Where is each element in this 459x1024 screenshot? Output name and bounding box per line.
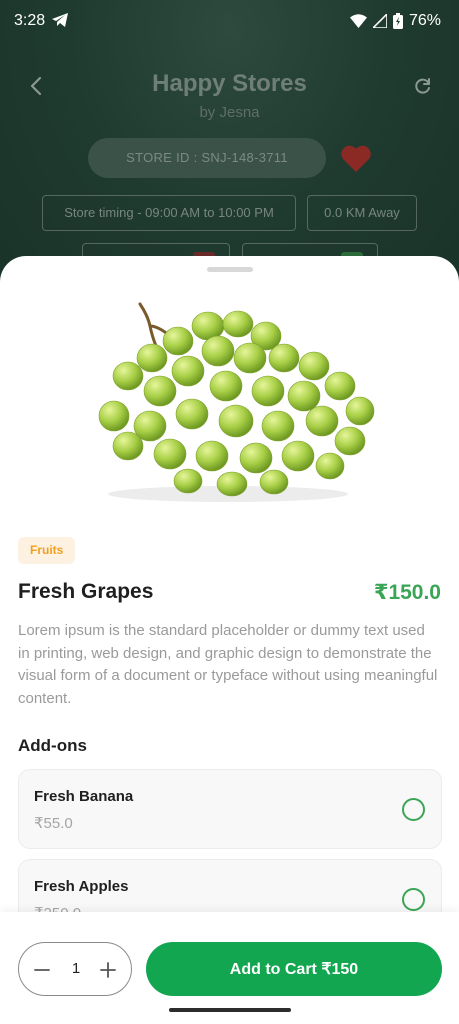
store-distance: 0.0 KM Away (307, 195, 417, 231)
bottom-action-bar: 1 Add to Cart ₹150 (0, 912, 459, 1024)
refresh-icon[interactable] (413, 76, 433, 96)
store-owner: by Jesna (199, 104, 260, 121)
store-timing: Store timing - 09:00 AM to 10:00 PM (42, 195, 296, 231)
gesture-nav-bar[interactable] (169, 1008, 291, 1012)
addon-item[interactable]: Fresh Banana ₹55.0 (18, 769, 442, 849)
product-image (98, 302, 375, 502)
addon-price: ₹55.0 (34, 815, 73, 832)
store-id-badge: STORE ID : SNJ-148-3711 (88, 138, 326, 178)
wifi-icon (349, 14, 367, 28)
store-header-background: 3:28 76% Happy Stores by Jesna STORE ID … (0, 0, 459, 300)
signal-icon (372, 14, 387, 28)
addon-name: Fresh Apples (34, 878, 129, 895)
product-bottom-sheet: Fruits Fresh Grapes ₹150.0 Lorem ipsum i… (0, 256, 459, 1024)
status-bar: 3:28 76% (0, 0, 459, 44)
status-time: 3:28 (14, 12, 46, 29)
heart-icon[interactable] (340, 144, 372, 174)
telegram-icon (52, 13, 68, 27)
addon-radio-button[interactable] (402, 798, 425, 821)
add-to-cart-button[interactable]: Add to Cart ₹150 (146, 942, 442, 996)
product-name: Fresh Grapes (18, 580, 154, 603)
addons-heading: Add-ons (18, 736, 87, 755)
quantity-stepper: 1 (18, 942, 132, 996)
status-indicators: 76% (349, 12, 441, 30)
addon-name: Fresh Banana (34, 788, 134, 805)
product-description: Lorem ipsum is the standard placeholder … (18, 622, 438, 707)
product-price: ₹150.0 (373, 581, 441, 604)
category-badge: Fruits (18, 537, 76, 564)
quantity-value: 1 (71, 960, 81, 977)
sheet-drag-handle[interactable] (207, 267, 253, 272)
store-name: Happy Stores (152, 70, 307, 97)
plus-icon[interactable] (99, 961, 117, 979)
battery-percent: 76% (408, 12, 441, 29)
battery-icon (392, 13, 403, 29)
addon-radio-button[interactable] (402, 888, 425, 911)
minus-icon[interactable] (33, 961, 51, 979)
